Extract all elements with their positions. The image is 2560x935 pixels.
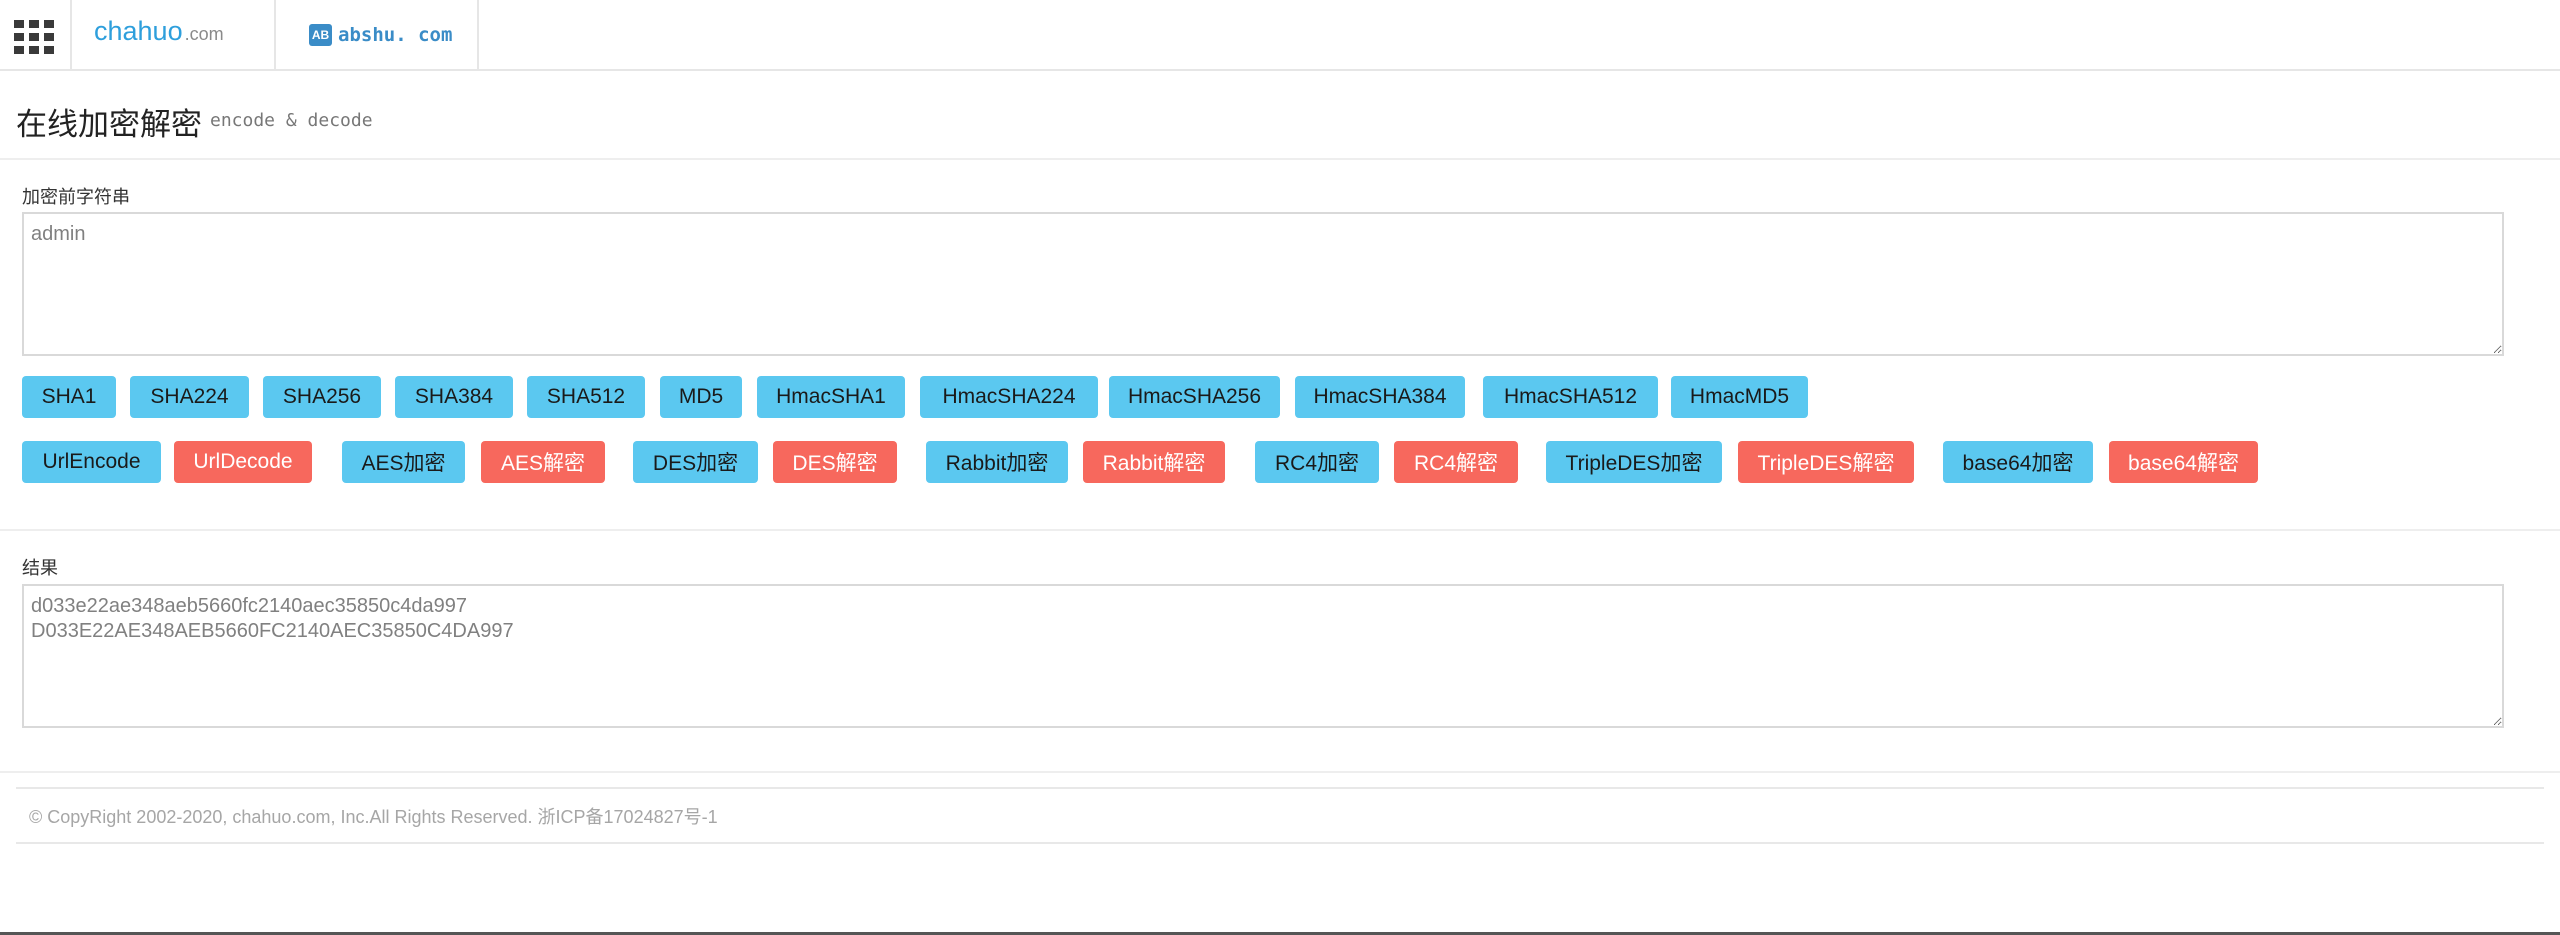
top-navigation-bar: chahuo .com AB abshu. com xyxy=(0,0,2560,71)
aes-button[interactable]: AES解密 xyxy=(481,441,605,483)
md5-button[interactable]: MD5 xyxy=(660,376,742,418)
hmacsha1-button[interactable]: HmacSHA1 xyxy=(757,376,905,418)
plaintext-input[interactable]: admin xyxy=(22,212,2504,356)
result-label: 结果 xyxy=(22,558,58,579)
aes-button[interactable]: AES加密 xyxy=(342,441,465,483)
sha256-button[interactable]: SHA256 xyxy=(263,376,381,418)
chahuo-logo-link[interactable]: chahuo .com xyxy=(94,16,224,52)
rc4-button[interactable]: RC4解密 xyxy=(1394,441,1518,483)
divider xyxy=(0,771,2560,773)
sha1-button[interactable]: SHA1 xyxy=(22,376,116,418)
urlencode-button[interactable]: UrlEncode xyxy=(22,441,161,483)
hmacsha512-button[interactable]: HmacSHA512 xyxy=(1483,376,1658,418)
hmacsha384-button[interactable]: HmacSHA384 xyxy=(1295,376,1465,418)
abshu-badge-icon: AB xyxy=(309,24,332,46)
sha512-button[interactable]: SHA512 xyxy=(527,376,645,418)
abshu-logo-text: abshu. com xyxy=(338,24,453,46)
divider xyxy=(0,529,2560,531)
input-label: 加密前字符串 xyxy=(22,187,130,208)
tripledes-button[interactable]: TripleDES加密 xyxy=(1546,441,1722,483)
rabbit-button[interactable]: Rabbit加密 xyxy=(926,441,1068,483)
rabbit-button[interactable]: Rabbit解密 xyxy=(1083,441,1225,483)
hmacsha224-button[interactable]: HmacSHA224 xyxy=(920,376,1098,418)
des-button[interactable]: DES解密 xyxy=(773,441,897,483)
nav-divider xyxy=(274,0,276,70)
des-button[interactable]: DES加密 xyxy=(633,441,758,483)
divider xyxy=(0,158,2560,160)
hash-button-row: SHA1 SHA224 SHA256 SHA384 SHA512 MD5 HmacSHA1 H… xyxy=(22,376,2022,418)
sha384-button[interactable]: SHA384 xyxy=(395,376,513,418)
footer-bottom-border xyxy=(16,842,2544,844)
nav-divider xyxy=(477,0,479,70)
chahuo-logo-text: chahuo xyxy=(94,16,183,46)
abshu-logo-link[interactable]: AB abshu. com xyxy=(309,21,452,49)
nav-divider xyxy=(70,0,72,70)
footer-top-border xyxy=(16,787,2544,789)
codec-button-row: UrlEncode UrlDecode AES加密 AES解密 DES加密 DES解密 Ra… xyxy=(22,441,2322,483)
page-title: 在线加密解密 xyxy=(16,107,202,143)
rc4-button[interactable]: RC4加密 xyxy=(1255,441,1379,483)
footer-copyright: © CopyRight 2002-2020, chahuo.com, Inc.A… xyxy=(29,807,718,827)
sha224-button[interactable]: SHA224 xyxy=(130,376,249,418)
base64-button[interactable]: base64加密 xyxy=(1943,441,2093,483)
base64-button[interactable]: base64解密 xyxy=(2109,441,2258,483)
hmacmd5-button[interactable]: HmacMD5 xyxy=(1671,376,1808,418)
hmacsha256-button[interactable]: HmacSHA256 xyxy=(1109,376,1280,418)
grid-menu-icon[interactable] xyxy=(14,20,56,54)
chahuo-logo-suffix: .com xyxy=(184,24,224,44)
result-output[interactable]: d033e22ae348aeb5660fc2140aec35850c4da997… xyxy=(22,584,2504,728)
page-subtitle: encode & decode xyxy=(210,110,373,131)
tripledes-button[interactable]: TripleDES解密 xyxy=(1738,441,1914,483)
urldecode-button[interactable]: UrlDecode xyxy=(174,441,312,483)
